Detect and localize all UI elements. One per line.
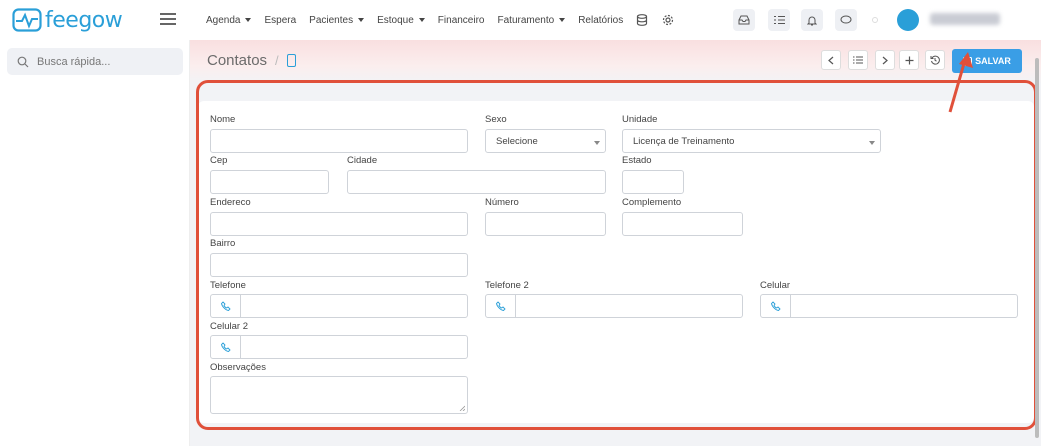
phone-icon bbox=[761, 295, 791, 317]
caret-down-icon bbox=[418, 18, 425, 22]
cidade-input[interactable] bbox=[347, 170, 606, 194]
observacoes-label: Observações bbox=[210, 362, 266, 373]
breadcrumb: Contatos / bbox=[207, 52, 296, 69]
breadcrumb-separator: / bbox=[275, 53, 279, 68]
page-header: Contatos / SALVAR bbox=[190, 40, 1041, 84]
search-icon bbox=[17, 56, 29, 67]
gear-icon[interactable] bbox=[662, 14, 674, 26]
nome-input[interactable] bbox=[210, 129, 468, 153]
celular2-label: Celular 2 bbox=[210, 321, 249, 332]
telefone-label: Telefone bbox=[210, 280, 246, 291]
tasks-icon[interactable] bbox=[768, 9, 790, 31]
top-bar: feegow Agenda Espera Pacientes Estoque F… bbox=[0, 0, 1041, 40]
nav-espera[interactable]: Espera bbox=[264, 15, 296, 26]
celular2-input[interactable] bbox=[210, 335, 468, 359]
list-icon[interactable] bbox=[848, 50, 868, 70]
numero-input[interactable] bbox=[485, 212, 606, 236]
sexo-value: Selecione bbox=[496, 135, 538, 147]
telefone2-label: Telefone 2 bbox=[485, 280, 529, 291]
telefone2-input[interactable] bbox=[485, 294, 743, 318]
logo-icon bbox=[12, 8, 42, 32]
nav-agenda[interactable]: Agenda bbox=[206, 15, 252, 26]
chevron-left-icon[interactable] bbox=[821, 50, 841, 70]
celular-input[interactable] bbox=[760, 294, 1018, 318]
nome-label: Nome bbox=[210, 114, 236, 125]
plus-icon[interactable] bbox=[899, 50, 919, 70]
save-icon bbox=[963, 56, 973, 66]
hamburger-icon[interactable] bbox=[160, 10, 176, 28]
database-icon[interactable] bbox=[636, 14, 648, 26]
caret-down-icon bbox=[358, 18, 365, 22]
main-content: Contatos / SALVAR Nome Sexo Selecione Un… bbox=[190, 40, 1041, 446]
cep-label: Cep bbox=[210, 155, 228, 166]
sexo-label: Sexo bbox=[485, 114, 507, 125]
bell-icon[interactable] bbox=[801, 9, 823, 31]
search-placeholder: Busca rápida... bbox=[37, 55, 111, 68]
avatar[interactable] bbox=[897, 9, 919, 31]
nav-faturamento[interactable]: Faturamento bbox=[498, 15, 566, 26]
sidebar: Busca rápida... bbox=[0, 40, 190, 446]
save-button[interactable]: SALVAR bbox=[952, 49, 1022, 73]
bairro-label: Bairro bbox=[210, 238, 236, 249]
mobile-phone-icon bbox=[286, 54, 296, 67]
inbox-icon[interactable] bbox=[733, 9, 755, 31]
caret-down-icon bbox=[559, 18, 566, 22]
caret-down-icon bbox=[245, 18, 252, 22]
nav-pacientes[interactable]: Pacientes bbox=[309, 15, 365, 26]
telefone-input[interactable] bbox=[210, 294, 468, 318]
endereco-label: Endereco bbox=[210, 197, 251, 208]
search-input[interactable]: Busca rápida... bbox=[7, 48, 183, 75]
chevron-right-icon[interactable] bbox=[875, 50, 895, 70]
cep-input[interactable] bbox=[210, 170, 329, 194]
history-icon[interactable] bbox=[925, 50, 945, 70]
logo-text: feegow bbox=[45, 7, 123, 33]
unidade-select[interactable]: Licença de Treinamento bbox=[622, 129, 881, 153]
complemento-input[interactable] bbox=[622, 212, 743, 236]
nav-estoque[interactable]: Estoque bbox=[377, 15, 425, 26]
resize-handle-icon[interactable] bbox=[459, 405, 465, 411]
phone-icon bbox=[211, 295, 241, 317]
select-caret-icon bbox=[594, 141, 600, 145]
estado-label: Estado bbox=[622, 155, 652, 166]
unidade-value: Licença de Treinamento bbox=[633, 135, 735, 147]
nav-relatorios[interactable]: Relatórios bbox=[578, 15, 623, 26]
observacoes-textarea[interactable] bbox=[210, 376, 468, 414]
complemento-label: Complemento bbox=[622, 197, 682, 208]
scrollbar[interactable] bbox=[1035, 58, 1039, 438]
cidade-label: Cidade bbox=[347, 155, 378, 166]
nav-financeiro[interactable]: Financeiro bbox=[438, 15, 485, 26]
celular-label: Celular bbox=[760, 280, 791, 291]
unidade-label: Unidade bbox=[622, 114, 658, 125]
status-dot bbox=[872, 17, 878, 23]
contact-form: Nome Sexo Selecione Unidade Licença de T… bbox=[198, 101, 1034, 423]
main-nav: Agenda Espera Pacientes Estoque Financei… bbox=[206, 0, 688, 40]
sexo-select[interactable]: Selecione bbox=[485, 129, 606, 153]
logo[interactable]: feegow bbox=[12, 6, 123, 34]
save-label: SALVAR bbox=[975, 56, 1011, 66]
bairro-input[interactable] bbox=[210, 253, 468, 277]
phone-icon bbox=[486, 295, 516, 317]
select-caret-icon bbox=[869, 141, 875, 145]
estado-input[interactable] bbox=[622, 170, 684, 194]
chat-icon[interactable] bbox=[835, 9, 857, 31]
page-title: Contatos bbox=[207, 52, 268, 69]
numero-label: Número bbox=[485, 197, 519, 208]
endereco-input[interactable] bbox=[210, 212, 468, 236]
phone-icon bbox=[211, 336, 241, 358]
user-name-blurred bbox=[930, 13, 1000, 25]
